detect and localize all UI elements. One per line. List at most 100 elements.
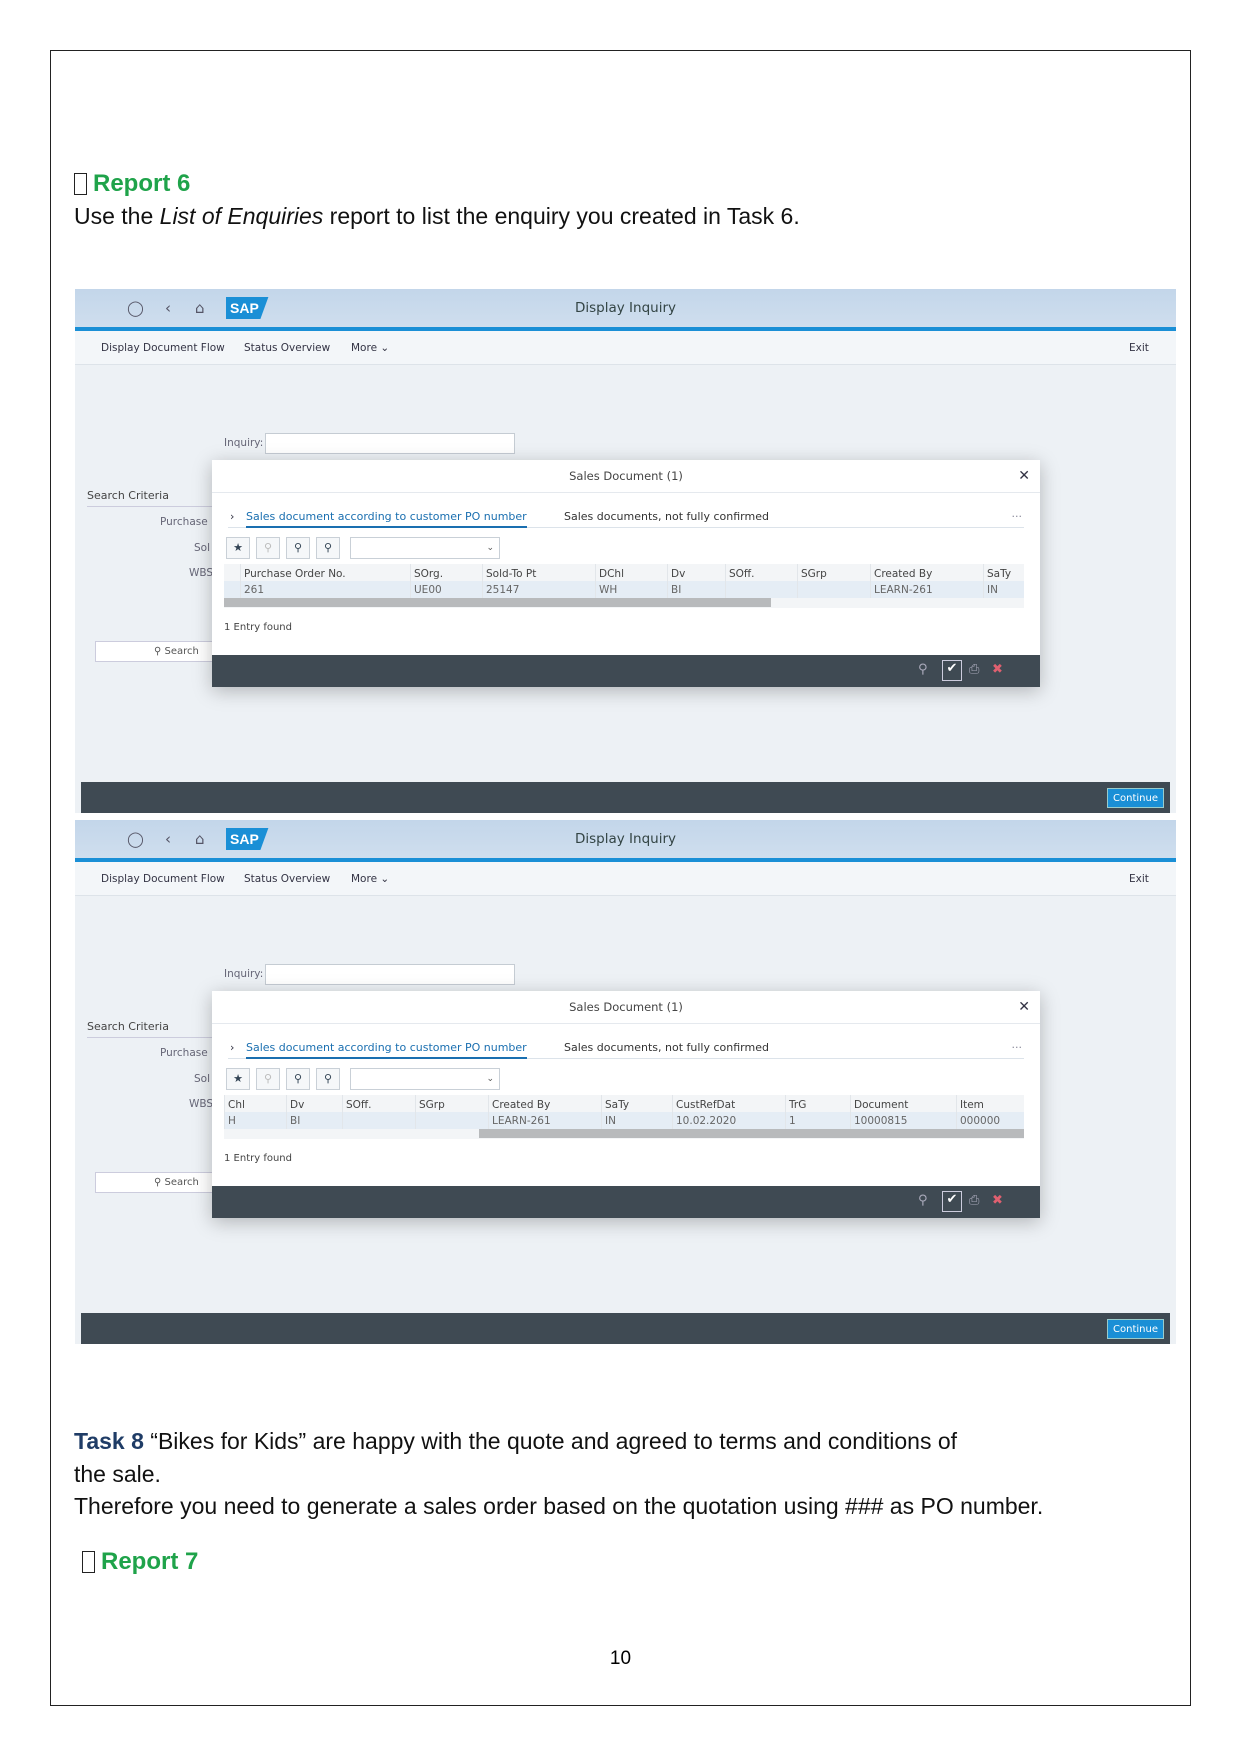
table-cell[interactable]: 000000 [960,1115,1000,1127]
table-column[interactable]: Dv BI [286,1095,342,1129]
column-header[interactable]: Document [854,1099,908,1111]
table-column[interactable]: Item 000000 [956,1095,1024,1129]
cancel-icon[interactable]: ✖ [992,1193,1003,1208]
table-column[interactable]: Created By LEARN-261 [870,564,983,598]
cancel-icon[interactable]: ✖ [992,662,1003,677]
table-column[interactable]: Document 10000815 [850,1095,956,1129]
column-header[interactable]: SGrp [801,568,827,580]
table-cell[interactable]: IN [987,584,998,596]
inquiry-input[interactable] [265,433,515,454]
horizontal-scrollbar[interactable] [479,1129,1024,1138]
table-column[interactable]: Dv BI [667,564,725,598]
layout-dropdown[interactable]: ⌄ [350,1068,500,1090]
table-column[interactable]: Sold-To Pt 25147 [482,564,595,598]
chevron-right-icon[interactable]: › [230,1041,234,1054]
table-cell[interactable]: BI [671,584,681,596]
search-button[interactable]: ⚲ Search [95,641,220,662]
search-button[interactable]: ⚲ Search [95,1172,220,1193]
status-overview-button[interactable]: Status Overview [244,873,330,885]
tab-po-number[interactable]: Sales document according to customer PO … [246,1041,527,1059]
table-cell[interactable]: 10.02.2020 [676,1115,736,1127]
confirm-check-icon[interactable]: ✔ [942,1191,962,1212]
inquiry-input[interactable] [265,964,515,985]
search-icon[interactable]: ⚲ [918,1193,928,1208]
table-column[interactable]: SGrp [797,564,870,598]
table-column[interactable]: CustRefDat 10.02.2020 [672,1095,785,1129]
table-cell[interactable]: BI [290,1115,300,1127]
overflow-icon[interactable]: ··· [1012,510,1023,523]
column-header[interactable]: Purchase Order No. [244,568,346,580]
column-header[interactable]: SOff. [346,1099,372,1111]
column-header[interactable]: CustRefDat [676,1099,735,1111]
tab-not-confirmed[interactable]: Sales documents, not fully confirmed [564,1041,769,1054]
column-header[interactable]: Created By [874,568,932,580]
layout-dropdown[interactable]: ⌄ [350,537,500,559]
horizontal-scrollbar[interactable] [224,598,771,607]
column-header[interactable]: Dv [671,568,685,580]
exit-button[interactable]: Exit [1129,873,1149,885]
find-next-icon[interactable]: ⚲ [316,1068,340,1090]
print-icon[interactable]: ⎙ [969,1193,979,1208]
table-cell[interactable]: 261 [244,584,264,596]
table-cell[interactable]: WH [599,584,617,596]
table-column[interactable]: SOff. [342,1095,415,1129]
close-icon[interactable]: ✕ [1018,460,1030,493]
display-document-flow-button[interactable]: Display Document Flow [101,873,225,885]
favorite-add-icon[interactable]: ★ [226,1068,250,1090]
table-column[interactable]: SaTy IN [983,564,1024,598]
tab-not-confirmed[interactable]: Sales documents, not fully confirmed [564,510,769,523]
table-cell[interactable]: LEARN-261 [492,1115,551,1127]
table-column[interactable]: DChl WH [595,564,667,598]
column-header[interactable]: DChl [599,568,624,580]
column-header[interactable]: SOrg. [414,568,443,580]
find-next-icon[interactable]: ⚲ [316,537,340,559]
exit-button[interactable]: Exit [1129,342,1149,354]
table-column[interactable]: SaTy IN [601,1095,672,1129]
table-cell[interactable]: 10000815 [854,1115,907,1127]
column-header[interactable]: TrG [789,1099,806,1111]
search-icon[interactable]: ⚲ [918,662,928,677]
close-icon[interactable]: ✕ [1018,991,1030,1024]
table-column[interactable]: Created By LEARN-261 [488,1095,601,1129]
favorite-add-icon[interactable]: ★ [226,537,250,559]
display-document-flow-button[interactable]: Display Document Flow [101,342,225,354]
more-menu[interactable]: More ⌄ [351,342,389,354]
chevron-right-icon[interactable]: › [230,510,234,523]
column-header[interactable]: Chl [228,1099,245,1111]
table-cell[interactable]: H [228,1115,236,1127]
pin-icon[interactable]: ⚲ [256,1068,280,1090]
table-cell[interactable]: IN [605,1115,616,1127]
print-icon[interactable]: ⎙ [969,662,979,677]
find-icon[interactable]: ⚲ [286,537,310,559]
column-header[interactable]: Created By [492,1099,550,1111]
status-overview-button[interactable]: Status Overview [244,342,330,354]
pin-icon[interactable]: ⚲ [256,537,280,559]
column-header[interactable]: Item [960,1099,984,1111]
column-header[interactable]: Dv [290,1099,304,1111]
column-header[interactable]: SGrp [419,1099,445,1111]
overflow-icon[interactable]: ··· [1012,1041,1023,1054]
table-column[interactable]: SOrg. UE00 [410,564,482,598]
table-cell[interactable]: LEARN-261 [874,584,933,596]
tab-strip: › Sales document according to customer P… [228,1041,1024,1059]
column-header[interactable]: SOff. [729,568,755,580]
column-header[interactable]: SaTy [987,568,1011,580]
table-column[interactable]: SOff. [725,564,797,598]
continue-button[interactable]: Continue [1107,1319,1164,1339]
more-menu[interactable]: More ⌄ [351,873,389,885]
table-column[interactable]: Chl H [224,1095,286,1129]
table-cell[interactable]: 25147 [486,584,519,596]
table-cell[interactable]: 1 [789,1115,796,1127]
find-icon[interactable]: ⚲ [286,1068,310,1090]
page-number: 10 [609,1648,632,1669]
table-column[interactable]: Purchase Order No. 261 [240,564,410,598]
confirm-check-icon[interactable]: ✔ [942,660,962,681]
column-header[interactable]: Sold-To Pt [486,568,536,580]
report-name: List of Enquiries [159,203,324,229]
tab-po-number[interactable]: Sales document according to customer PO … [246,510,527,528]
column-header[interactable]: SaTy [605,1099,629,1111]
table-cell[interactable]: UE00 [414,584,442,596]
table-column[interactable]: TrG 1 [785,1095,850,1129]
table-column[interactable]: SGrp [415,1095,488,1129]
continue-button[interactable]: Continue [1107,788,1164,808]
